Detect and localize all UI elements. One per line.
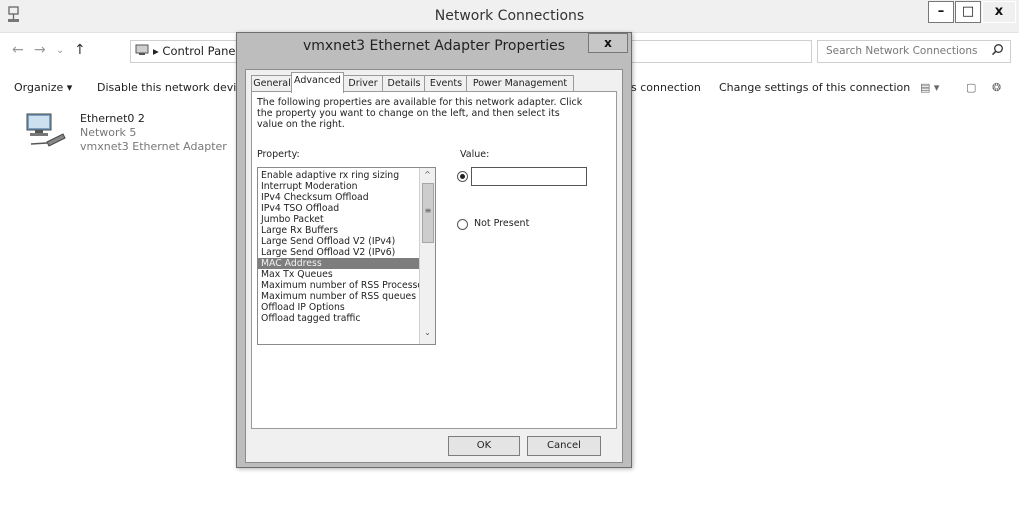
recent-locations-icon[interactable]: ⌄ [56,45,64,56]
advanced-tab-page: The following properties are available f… [251,91,617,429]
forward-icon[interactable]: → [34,42,46,58]
organize-button[interactable]: Organize ▾ [14,81,72,94]
property-list-scrollbar[interactable]: ^ ≡ ⌄ [419,168,435,344]
scroll-thumb[interactable]: ≡ [422,183,434,243]
not-present-label[interactable]: Not Present [474,218,529,229]
property-list[interactable]: Enable adaptive rx ring sizing Interrupt… [257,167,436,345]
tab-power-management[interactable]: Power Management [466,75,574,92]
back-icon[interactable]: ← [12,42,24,58]
adapter-properties-dialog: vmxnet3 Ethernet Adapter Properties x Ge… [236,32,632,468]
dialog-close-button[interactable]: x [588,33,628,53]
tab-general[interactable]: General [251,75,293,92]
list-item[interactable]: Maximum number of RSS Processo [258,280,421,291]
change-settings-button[interactable]: Change settings of this connection [719,81,910,94]
title-bar: Network Connections – □ x [0,0,1019,33]
dialog-title: vmxnet3 Ethernet Adapter Properties [302,38,566,54]
list-item[interactable]: Max Tx Queues [258,269,421,280]
value-input[interactable] [471,167,587,186]
list-item[interactable]: Large Send Offload V2 (IPv6) [258,247,421,258]
scroll-grip-icon: ≡ [424,206,432,215]
ok-button[interactable]: OK [448,436,520,456]
tab-events[interactable]: Events [424,75,468,92]
list-item[interactable]: Large Send Offload V2 (IPv4) [258,236,421,247]
control-panel-icon [135,43,149,60]
list-item[interactable]: Jumbo Packet [258,214,421,225]
breadcrumb[interactable]: ▸ Control Panel ▸ [153,44,248,58]
list-item[interactable]: Offload IP Options [258,302,421,313]
connection-adapter: vmxnet3 Ethernet Adapter [80,140,227,153]
list-item-selected[interactable]: MAC Address [258,258,421,269]
not-present-radio[interactable] [457,219,468,230]
ethernet-adapter-icon[interactable] [25,112,67,148]
list-item[interactable]: Maximum number of RSS queues [258,291,421,302]
dialog-client-area: General Advanced Driver Details Events P… [245,69,623,463]
minimize-button[interactable]: – [928,1,954,23]
tab-advanced[interactable]: Advanced [291,72,344,93]
list-item[interactable]: Interrupt Moderation [258,181,421,192]
search-icon[interactable] [991,43,1004,59]
close-button[interactable]: x [982,1,1016,23]
cancel-button[interactable]: Cancel [527,436,601,456]
scroll-down-icon[interactable]: ⌄ [421,328,434,337]
view-options-icon[interactable]: ▤ ▾ [920,81,939,94]
preview-pane-icon[interactable]: ▢ [966,81,976,94]
up-icon[interactable]: ↑ [74,42,86,58]
search-box[interactable] [817,40,1011,63]
disable-device-button[interactable]: Disable this network devic [97,81,242,94]
list-item[interactable]: Offload tagged traffic [258,313,421,324]
search-input[interactable] [818,41,990,60]
scroll-up-icon[interactable]: ^ [421,170,434,179]
help-icon[interactable]: ❂ [992,81,1001,94]
window-title: Network Connections [434,8,585,24]
value-label: Value: [460,149,490,160]
list-item[interactable]: Large Rx Buffers [258,225,421,236]
list-item[interactable]: IPv4 Checksum Offload [258,192,421,203]
connection-name[interactable]: Ethernet0 2 [80,112,145,125]
tab-details[interactable]: Details [382,75,426,92]
value-radio[interactable] [457,171,468,182]
property-label: Property: [257,149,300,160]
advanced-description: The following properties are available f… [257,97,583,130]
maximize-button[interactable]: □ [955,1,981,23]
connection-network: Network 5 [80,126,137,139]
list-item[interactable]: IPv4 TSO Offload [258,203,421,214]
list-item[interactable]: Enable adaptive rx ring sizing [258,170,421,181]
tab-driver[interactable]: Driver [342,75,384,92]
rename-connection-button[interactable]: s connection [631,81,701,94]
